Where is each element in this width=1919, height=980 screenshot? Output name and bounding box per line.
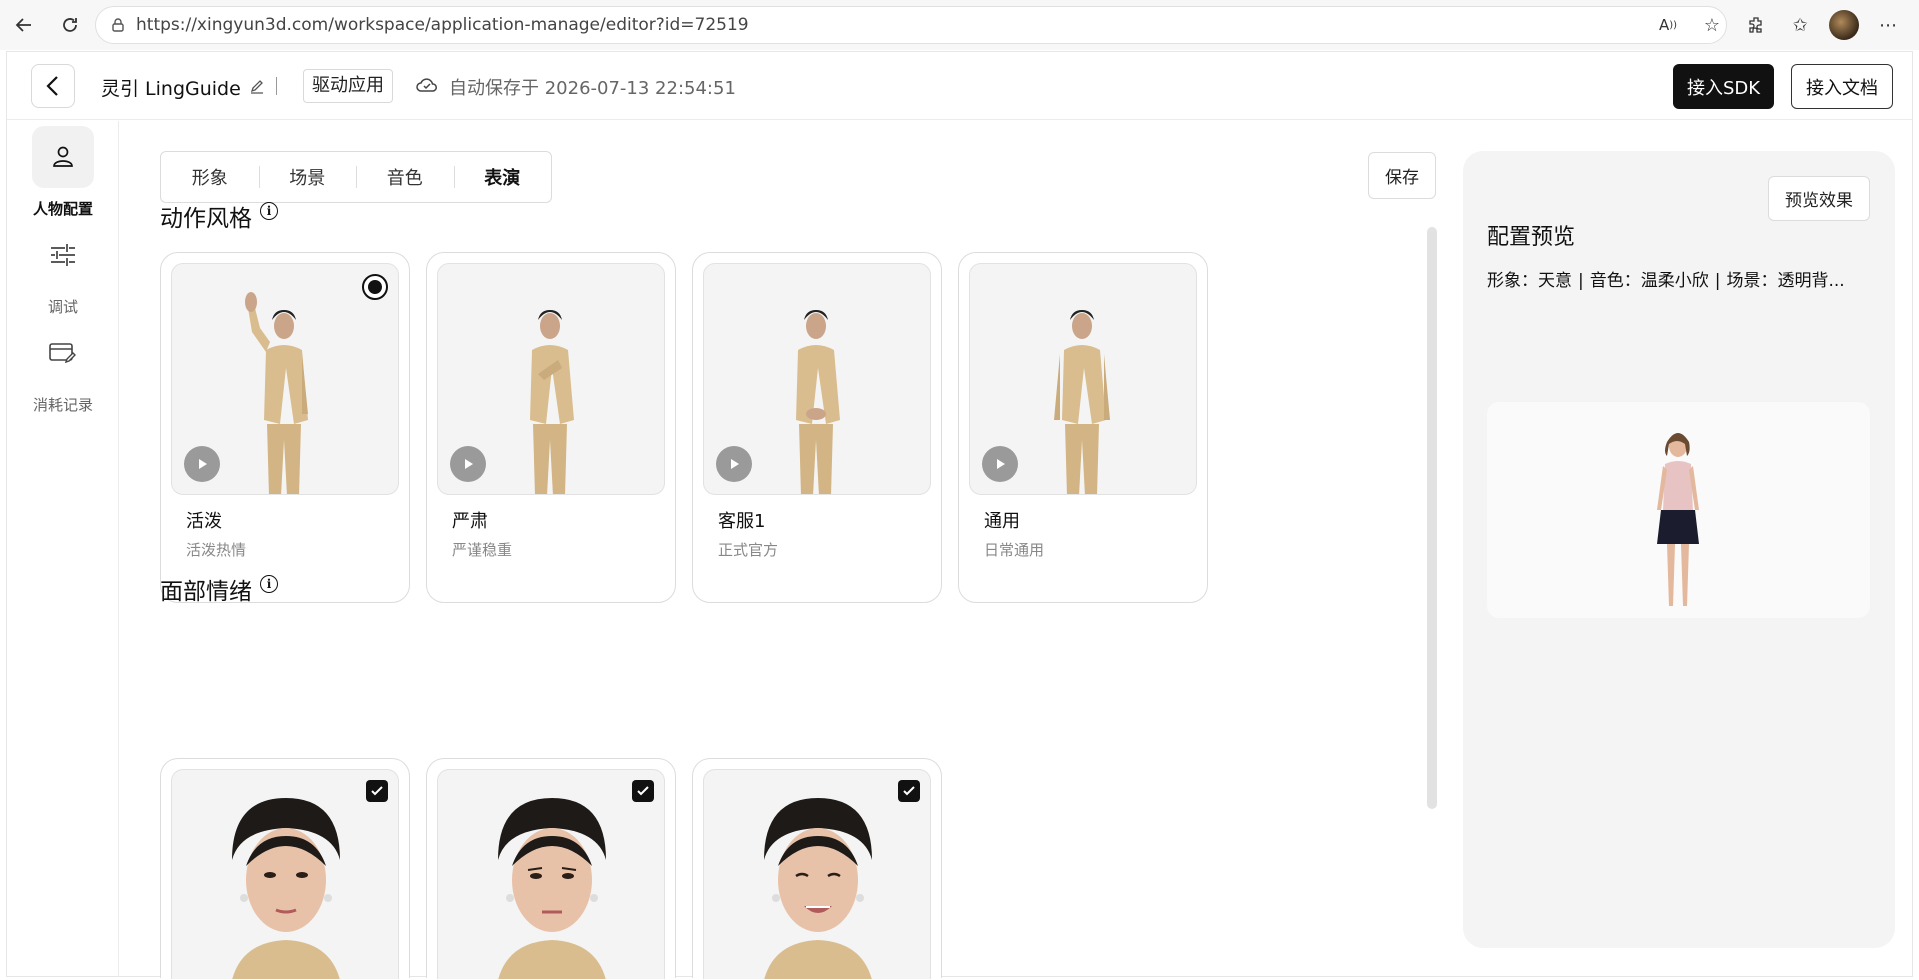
selected-radio[interactable] — [362, 274, 388, 300]
emotion-preview-image — [171, 769, 399, 979]
cloud-icon — [415, 76, 439, 99]
person-icon — [32, 126, 94, 188]
sidebar-item-label: 人物配置 — [32, 200, 93, 218]
sidebar-item-debug[interactable]: 调试 — [7, 224, 119, 317]
motion-preview-image — [703, 263, 931, 495]
emotion-card[interactable] — [160, 758, 410, 979]
card-title: 活泼 — [186, 511, 222, 532]
edit-pencil-icon[interactable] — [249, 77, 265, 99]
card-description: 严谨稳重 — [452, 541, 513, 559]
address-bar[interactable]: https://xingyun3d.com/workspace/applicat… — [95, 6, 1727, 44]
star-icon[interactable]: ☆ — [1695, 8, 1729, 42]
preview-title: 配置预览 — [1487, 225, 1576, 250]
card-description: 正式官方 — [718, 541, 779, 559]
motion-style-heading: 动作风格 i — [160, 199, 278, 233]
tab-appearance[interactable]: 形象 — [161, 164, 259, 190]
back-button[interactable] — [31, 64, 75, 108]
browser-toolbar: https://xingyun3d.com/workspace/applicat… — [0, 0, 1919, 50]
facial-emotion-heading: 面部情绪 i — [160, 572, 278, 606]
card-description: 活泼热情 — [186, 541, 247, 559]
emotion-preview-image — [437, 769, 665, 979]
card-title: 严肃 — [452, 511, 488, 532]
avatar-figure — [1657, 433, 1699, 606]
card-edit-icon — [32, 322, 94, 384]
tab-performance[interactable]: 表演 — [453, 164, 552, 190]
favorites-icon[interactable]: ✩ — [1783, 8, 1817, 42]
browser-actions: A)) ☆ ✩ ⋯ — [1651, 0, 1919, 50]
motion-card-service[interactable]: 客服1 正式官方 — [692, 252, 942, 603]
preview-effect-button[interactable]: 预览效果 — [1768, 176, 1870, 221]
more-icon[interactable]: ⋯ — [1871, 8, 1905, 42]
url-text: https://xingyun3d.com/workspace/applicat… — [136, 15, 749, 35]
motion-card-lively[interactable]: 活泼 活泼热情 — [160, 252, 410, 603]
save-button[interactable]: 保存 — [1368, 152, 1436, 199]
tab-scene[interactable]: 场景 — [258, 164, 357, 190]
info-icon[interactable]: i — [260, 202, 278, 220]
motion-card-serious[interactable]: 严肃 严谨稳重 — [426, 252, 676, 603]
preview-summary: 形象：天意 | 音色：温柔小欣 | 场景：透明背... — [1487, 266, 1877, 291]
sliders-icon — [32, 224, 94, 286]
checkbox-checked-icon[interactable] — [366, 780, 388, 802]
section-title: 动作风格 — [160, 206, 252, 232]
card-title: 客服1 — [718, 511, 766, 532]
motion-preview-image — [437, 263, 665, 495]
emotion-preview-image — [703, 769, 931, 979]
integrate-sdk-button[interactable]: 接入SDK — [1673, 64, 1774, 109]
left-sidebar: 人物配置 调试 消耗记录 — [7, 121, 119, 977]
motion-card-general[interactable]: 通用 日常通用 — [958, 252, 1208, 603]
play-icon[interactable] — [982, 446, 1018, 482]
sidebar-item-character-config[interactable]: 人物配置 — [7, 126, 119, 219]
avatar-preview-stage — [1487, 402, 1870, 618]
preview-voice-label: 音色：温柔小欣 — [1589, 271, 1709, 291]
sidebar-item-label: 调试 — [47, 298, 78, 316]
profile-avatar[interactable] — [1827, 8, 1861, 42]
header-divider — [276, 77, 277, 95]
config-tabs: 形象 场景 音色 表演 — [160, 151, 552, 203]
chevron-left-icon — [46, 76, 58, 96]
refresh-icon[interactable] — [53, 8, 87, 42]
emotion-card[interactable] — [426, 758, 676, 979]
read-aloud-icon[interactable]: A)) — [1651, 8, 1685, 42]
autosave-status: 自动保存于 2026-07-13 22:54:51 — [415, 74, 736, 100]
info-icon[interactable]: i — [260, 575, 278, 593]
app-type-tag: 驱动应用 — [303, 69, 393, 103]
section-title: 面部情绪 — [160, 579, 252, 605]
autosave-text: 自动保存于 2026-07-13 22:54:51 — [449, 78, 736, 99]
extensions-icon[interactable] — [1739, 8, 1773, 42]
preview-image-label: 形象：天意 — [1487, 271, 1572, 291]
checkbox-checked-icon[interactable] — [632, 780, 654, 802]
back-arrow-icon[interactable] — [7, 8, 41, 42]
app-name: 灵引 LingGuide — [101, 78, 241, 100]
separator: | — [1714, 271, 1721, 291]
separator: | — [1578, 271, 1584, 291]
tab-voice[interactable]: 音色 — [356, 164, 454, 190]
checkbox-checked-icon[interactable] — [898, 780, 920, 802]
preview-scene-label: 场景：透明背... — [1726, 271, 1845, 291]
config-preview-panel: 预览效果 配置预览 形象：天意 | 音色：温柔小欣 | 场景：透明背... — [1463, 151, 1895, 948]
app-title: 灵引 LingGuide — [101, 74, 265, 101]
motion-preview-image — [171, 263, 399, 495]
emotion-card[interactable] — [692, 758, 942, 979]
play-icon[interactable] — [450, 446, 486, 482]
sidebar-item-label: 消耗记录 — [32, 396, 93, 414]
motion-preview-image — [969, 263, 1197, 495]
play-icon[interactable] — [184, 446, 220, 482]
content-scrollbar[interactable] — [1427, 227, 1437, 809]
card-title: 通用 — [984, 511, 1020, 532]
editor-header: 灵引 LingGuide 驱动应用 自动保存于 2026-07-13 22:54… — [7, 52, 1912, 120]
integrate-docs-button[interactable]: 接入文档 — [1791, 64, 1893, 109]
app-window: 灵引 LingGuide 驱动应用 自动保存于 2026-07-13 22:54… — [6, 51, 1913, 979]
card-description: 日常通用 — [984, 541, 1045, 559]
sidebar-item-usage-records[interactable]: 消耗记录 — [7, 322, 119, 415]
lock-icon — [110, 17, 126, 38]
play-icon[interactable] — [716, 446, 752, 482]
